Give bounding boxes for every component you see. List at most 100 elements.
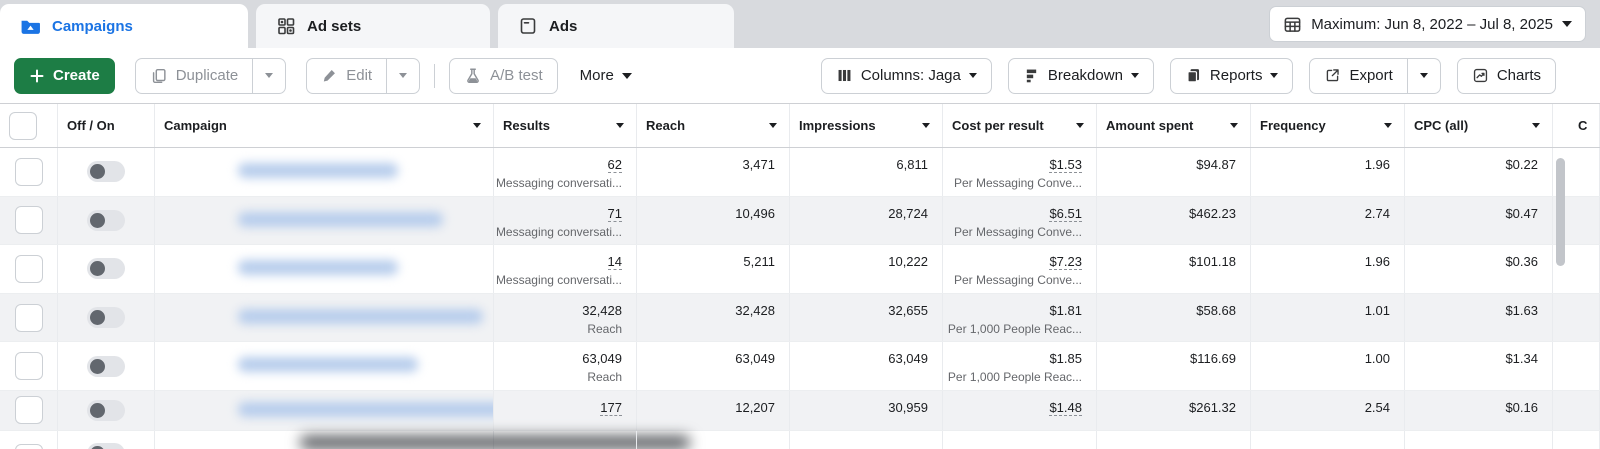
- ab-test-flask-icon: [467, 68, 479, 83]
- tab-ad-sets-label: Ad sets: [307, 17, 362, 35]
- duplicate-dropdown-button[interactable]: [253, 57, 287, 94]
- tab-ads[interactable]: Ads: [498, 4, 734, 48]
- row-checkbox[interactable]: [14, 206, 43, 235]
- reports-label: Reports: [1209, 67, 1263, 84]
- sort-caret-icon: [1532, 123, 1540, 128]
- duplicate-copy-icon: [152, 68, 166, 83]
- cost-per-result-value: $1.85: [1049, 351, 1082, 367]
- results-sub-label: Messaging conversati...: [495, 273, 622, 288]
- breakdown-button[interactable]: Breakdown: [1007, 57, 1154, 94]
- header-cpc-all[interactable]: CPC (all): [1405, 104, 1553, 147]
- impressions-value: 63,049: [888, 351, 928, 367]
- row-checkbox[interactable]: [14, 254, 43, 283]
- off-on-toggle[interactable]: [87, 307, 125, 329]
- columns-button[interactable]: Columns: Jaga: [820, 57, 992, 94]
- cost-sub-label: Per 1,000 People Reac...: [947, 321, 1082, 336]
- row-checkbox[interactable]: [14, 352, 43, 381]
- edit-pencil-icon: [324, 70, 336, 82]
- amount-spent-value: $101.18: [1189, 254, 1236, 270]
- select-all-checkbox[interactable]: [9, 111, 37, 140]
- cost-per-result-value: $1.53: [1049, 157, 1082, 173]
- campaign-name-redacted[interactable]: [238, 308, 483, 324]
- export-dropdown-button[interactable]: [1407, 57, 1441, 94]
- duplicate-label: Duplicate: [175, 67, 239, 84]
- charts-label: Charts: [1496, 67, 1541, 84]
- cost-per-result-value: $6.51: [1049, 205, 1082, 222]
- tab-bar: Campaigns Ad sets Ads Maximum: Jun 8, 20…: [0, 0, 1600, 48]
- tab-ads-label: Ads: [549, 17, 578, 35]
- edit-button[interactable]: Edit: [306, 57, 388, 94]
- campaigns-folder-icon: [21, 20, 40, 34]
- amount-spent-value: $261.32: [1189, 399, 1236, 415]
- date-range-label: Maximum: Jun 8, 2022 – Jul 8, 2025: [1311, 15, 1553, 33]
- impressions-value: 32,655: [888, 302, 928, 318]
- table-row: 32,428 Reach 32,428 32,655 $1.81 Per 1,0…: [0, 293, 1600, 343]
- toggle-knob: [90, 212, 105, 228]
- row-checkbox[interactable]: [14, 157, 43, 186]
- table-row: 14 Messaging conversati... 5,211 10,222 …: [0, 245, 1600, 294]
- sort-caret-icon: [616, 123, 624, 128]
- campaigns-table: Off / On Campaign Results Reach Impressi…: [0, 103, 1600, 449]
- impressions-value: 30,959: [888, 399, 928, 415]
- off-on-toggle[interactable]: [87, 399, 125, 421]
- off-on-toggle[interactable]: [87, 258, 125, 280]
- chevron-down-icon: [621, 72, 632, 79]
- campaign-name-redacted[interactable]: [238, 211, 443, 227]
- duplicate-button[interactable]: Duplicate: [134, 57, 254, 94]
- header-results[interactable]: Results: [494, 104, 637, 147]
- impressions-value: 6,811: [896, 157, 928, 172]
- create-button[interactable]: Create: [14, 57, 115, 94]
- ab-test-button[interactable]: A/B test: [449, 57, 558, 94]
- sort-caret-icon: [473, 123, 481, 128]
- sort-caret-icon: [922, 123, 930, 128]
- header-impressions[interactable]: Impressions: [790, 104, 943, 147]
- cpc-value: $0.16: [1505, 399, 1538, 415]
- export-button[interactable]: Export: [1309, 57, 1408, 94]
- frequency-value: 2.74: [1364, 205, 1390, 221]
- header-checkbox-cell: [0, 104, 58, 147]
- reach-value: 10,496: [735, 205, 775, 221]
- cost-sub-label: Per 1,000 People Reac...: [947, 370, 1082, 385]
- more-button[interactable]: More: [580, 67, 632, 84]
- reports-button[interactable]: Reports: [1169, 57, 1294, 94]
- campaign-name-redacted[interactable]: [238, 401, 493, 417]
- header-frequency[interactable]: Frequency: [1251, 104, 1405, 147]
- header-cost-per-result[interactable]: Cost per result: [943, 104, 1097, 147]
- export-label: Export: [1349, 67, 1393, 84]
- off-on-toggle[interactable]: [87, 209, 125, 231]
- toggle-knob: [90, 358, 105, 374]
- row-checkbox[interactable]: [14, 303, 43, 332]
- results-sub-label: Reach: [587, 321, 622, 336]
- header-partial-column: C: [1553, 104, 1600, 147]
- amount-spent-value: $58.68: [1196, 302, 1236, 318]
- reports-icon: [1187, 69, 1199, 83]
- vertical-scrollbar[interactable]: [1556, 158, 1565, 266]
- impressions-value: 10,222: [888, 254, 928, 270]
- row-checkbox[interactable]: [14, 443, 43, 449]
- tab-campaigns[interactable]: Campaigns: [0, 4, 248, 48]
- plus-icon: [30, 69, 44, 82]
- off-on-toggle[interactable]: [87, 161, 125, 183]
- off-on-toggle[interactable]: [87, 442, 125, 449]
- off-on-toggle[interactable]: [87, 355, 125, 377]
- charts-button[interactable]: Charts: [1456, 57, 1556, 94]
- frequency-value: 1.01: [1364, 302, 1390, 318]
- campaign-name-redacted[interactable]: [238, 260, 398, 276]
- header-off-on: Off / On: [58, 104, 155, 147]
- campaign-name-redacted[interactable]: [238, 357, 418, 373]
- edit-dropdown-button[interactable]: [387, 57, 421, 94]
- header-amount-spent[interactable]: Amount spent: [1097, 104, 1251, 147]
- toggle-knob: [90, 310, 105, 326]
- tab-campaigns-label: Campaigns: [52, 17, 133, 35]
- date-range-selector[interactable]: Maximum: Jun 8, 2022 – Jul 8, 2025: [1269, 6, 1586, 42]
- cost-per-result-value: $1.81: [1049, 302, 1082, 318]
- campaign-name-redacted[interactable]: [238, 163, 398, 178]
- tab-ad-sets[interactable]: Ad sets: [256, 4, 490, 48]
- results-sub-label: Reach: [587, 370, 622, 385]
- header-reach[interactable]: Reach: [637, 104, 790, 147]
- row-checkbox[interactable]: [14, 396, 43, 425]
- cost-sub-label: Per Messaging Conve...: [953, 273, 1082, 288]
- header-campaign[interactable]: Campaign: [155, 104, 494, 147]
- table-row: 62 Messaging conversati... 3,471 6,811 $…: [0, 148, 1600, 197]
- results-value: 63,049: [582, 351, 622, 367]
